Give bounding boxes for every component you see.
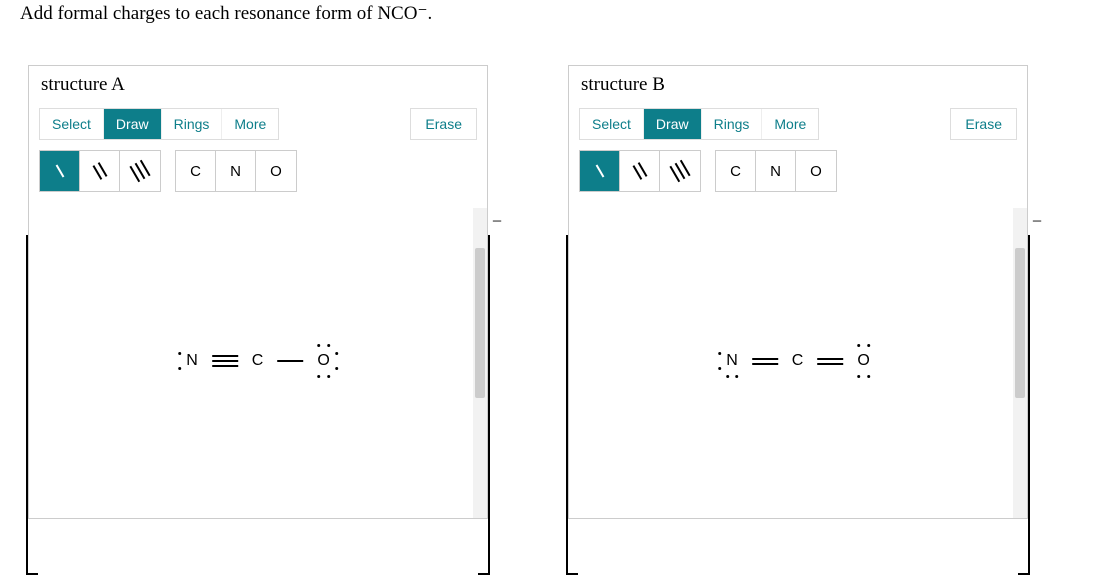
single-bond-tool[interactable] bbox=[40, 151, 80, 191]
lone-pair-dot bbox=[178, 352, 181, 355]
question-text: Add formal charges to each resonance for… bbox=[8, 2, 1107, 25]
toolbar-tools-a: C N O bbox=[29, 142, 487, 208]
structure-b-title: structure B bbox=[569, 66, 1027, 102]
erase-button[interactable]: Erase bbox=[950, 108, 1017, 140]
atom-n-button[interactable]: N bbox=[216, 151, 256, 191]
triple-bond-tool[interactable] bbox=[660, 151, 700, 191]
toolbar-tools-b: C N O bbox=[569, 142, 1027, 208]
atom-c-button[interactable]: C bbox=[716, 151, 756, 191]
double-bond-tool[interactable] bbox=[620, 151, 660, 191]
tab-draw[interactable]: Draw bbox=[644, 109, 702, 139]
panels-container: structure A Select Draw Rings More Erase… bbox=[8, 65, 1107, 519]
atom-c-label: C bbox=[792, 352, 804, 369]
atom-c: C bbox=[248, 348, 268, 374]
atom-c-label: C bbox=[252, 352, 264, 369]
atom-n-label: N bbox=[726, 352, 738, 369]
lone-pair-dot bbox=[327, 344, 330, 347]
tab-draw[interactable]: Draw bbox=[104, 109, 162, 139]
canvas-a[interactable]: N C O bbox=[29, 208, 487, 518]
tab-group-b: Select Draw Rings More bbox=[579, 108, 819, 140]
structure-a-wrapper: structure A Select Draw Rings More Erase… bbox=[28, 65, 488, 519]
lone-pair-dot bbox=[857, 375, 860, 378]
lone-pair-dot bbox=[726, 375, 729, 378]
atom-n: N bbox=[722, 348, 742, 374]
atom-o-label: O bbox=[317, 352, 329, 369]
scrollbar-b[interactable] bbox=[1013, 208, 1027, 518]
lone-pair-dot bbox=[178, 367, 181, 370]
atom-group-b: C N O bbox=[715, 150, 837, 192]
tab-more[interactable]: More bbox=[762, 109, 818, 139]
scrollthumb-b[interactable] bbox=[1015, 248, 1025, 398]
atom-c-button[interactable]: C bbox=[176, 151, 216, 191]
scrollthumb-a[interactable] bbox=[475, 248, 485, 398]
atom-n-button[interactable]: N bbox=[756, 151, 796, 191]
triple-bond-tool[interactable] bbox=[120, 151, 160, 191]
lone-pair-dot bbox=[867, 344, 870, 347]
atom-c: C bbox=[788, 348, 808, 374]
tab-select[interactable]: Select bbox=[40, 109, 104, 139]
bond-group-a bbox=[39, 150, 161, 192]
molecule-a: N C O bbox=[182, 348, 334, 374]
double-bond-icon bbox=[752, 358, 778, 365]
lone-pair-dot bbox=[718, 352, 721, 355]
structure-a-panel: structure A Select Draw Rings More Erase… bbox=[28, 65, 488, 519]
atom-group-a: C N O bbox=[175, 150, 297, 192]
single-bond-tool[interactable] bbox=[580, 151, 620, 191]
double-bond-icon bbox=[817, 358, 843, 365]
triple-bond-icon bbox=[212, 355, 238, 367]
structure-b-panel: structure B Select Draw Rings More Erase… bbox=[568, 65, 1028, 519]
lone-pair-dot bbox=[335, 352, 338, 355]
lone-pair-dot bbox=[867, 375, 870, 378]
toolbar-tabs-b: Select Draw Rings More Erase bbox=[569, 102, 1027, 142]
erase-button[interactable]: Erase bbox=[410, 108, 477, 140]
single-bond-icon bbox=[277, 360, 303, 362]
tab-rings[interactable]: Rings bbox=[702, 109, 763, 139]
structure-b-wrapper: structure B Select Draw Rings More Erase… bbox=[568, 65, 1028, 519]
molecule-b: N C O bbox=[722, 348, 874, 374]
scrollbar-a[interactable] bbox=[473, 208, 487, 518]
lone-pair-dot bbox=[317, 344, 320, 347]
lone-pair-dot bbox=[735, 375, 738, 378]
lone-pair-dot bbox=[335, 367, 338, 370]
double-bond-tool[interactable] bbox=[80, 151, 120, 191]
atom-n: N bbox=[182, 348, 202, 374]
atom-o-label: O bbox=[857, 352, 869, 369]
atom-o: O bbox=[313, 348, 333, 374]
lone-pair-dot bbox=[317, 375, 320, 378]
atom-o-button[interactable]: O bbox=[256, 151, 296, 191]
lone-pair-dot bbox=[857, 344, 860, 347]
tab-group-a: Select Draw Rings More bbox=[39, 108, 279, 140]
canvas-b[interactable]: N C O bbox=[569, 208, 1027, 518]
lone-pair-dot bbox=[718, 367, 721, 370]
bond-group-b bbox=[579, 150, 701, 192]
atom-o: O bbox=[853, 348, 873, 374]
tab-more[interactable]: More bbox=[222, 109, 278, 139]
atom-o-button[interactable]: O bbox=[796, 151, 836, 191]
lone-pair-dot bbox=[327, 375, 330, 378]
tab-select[interactable]: Select bbox=[580, 109, 644, 139]
tab-rings[interactable]: Rings bbox=[162, 109, 223, 139]
toolbar-tabs-a: Select Draw Rings More Erase bbox=[29, 102, 487, 142]
structure-a-title: structure A bbox=[29, 66, 487, 102]
atom-n-label: N bbox=[186, 352, 198, 369]
